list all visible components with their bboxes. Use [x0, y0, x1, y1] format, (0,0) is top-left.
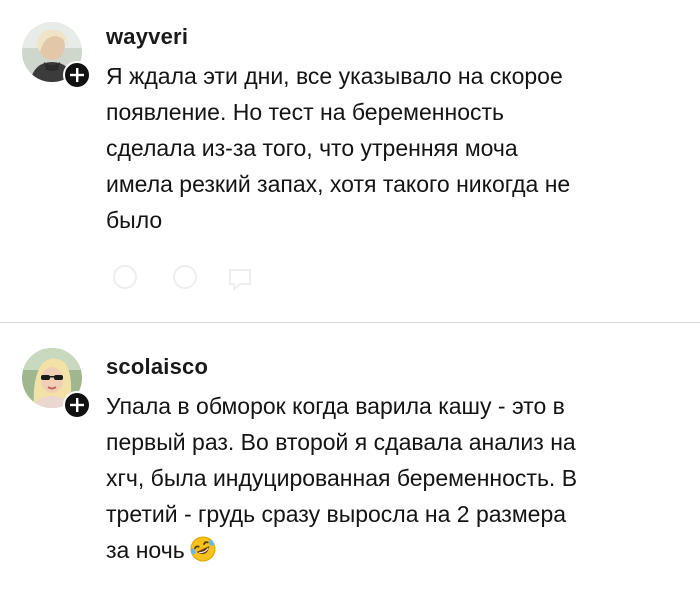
plus-icon [70, 398, 84, 412]
reaction-icons [113, 265, 251, 292]
comment-text-body: Упала в обморок когда варила кашу - это … [106, 393, 578, 563]
comment-text: Упала в обморок когда варила кашу - это … [106, 388, 691, 573]
username-link[interactable]: scolaisco [106, 354, 208, 380]
comment-text: Я ждала эти дни, все указывало на скорое… [106, 63, 571, 233]
comment-actions [110, 262, 280, 297]
comment-item: wayveri Я ждала эти дни, все указывало н… [0, 0, 700, 322]
follow-button[interactable] [63, 391, 91, 419]
plus-icon [70, 68, 84, 82]
username-link[interactable]: wayveri [106, 24, 188, 50]
rolling-on-floor-laughing-emoji-icon [189, 535, 217, 573]
comment-item: scolaisco Упала в обморок когда варила к… [0, 324, 700, 590]
comment-divider [0, 322, 700, 323]
follow-button[interactable] [63, 61, 91, 89]
